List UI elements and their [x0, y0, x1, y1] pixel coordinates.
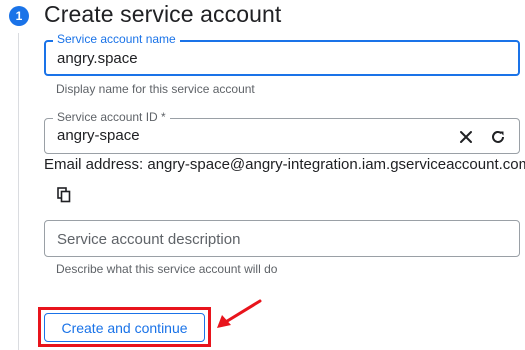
- service-account-name-hint: Display name for this service account: [56, 82, 255, 96]
- email-address-text: Email address: angry-space@angry-integra…: [44, 156, 525, 173]
- service-account-name-label: Service account name: [53, 32, 180, 46]
- service-account-name-field[interactable]: Service account name angry.space: [44, 32, 520, 76]
- service-account-id-value[interactable]: angry-space: [57, 127, 140, 144]
- close-icon[interactable]: [456, 127, 476, 147]
- service-account-description-field[interactable]: Service account description: [44, 220, 520, 257]
- step-connector-line: [18, 33, 19, 350]
- service-account-id-field[interactable]: Service account ID * angry-space: [44, 110, 520, 154]
- refresh-icon[interactable]: [488, 127, 508, 147]
- step-number-badge: 1: [9, 6, 29, 26]
- service-account-name-value[interactable]: angry.space: [57, 50, 138, 67]
- service-account-id-label: Service account ID *: [53, 110, 170, 124]
- service-account-description-hint: Describe what this service account will …: [56, 262, 278, 276]
- service-account-description-placeholder[interactable]: Service account description: [57, 231, 240, 248]
- create-and-continue-button[interactable]: Create and continue: [44, 313, 205, 342]
- step-title: Create service account: [44, 1, 282, 27]
- annotation-arrow-icon: [217, 299, 262, 328]
- copy-icon[interactable]: [54, 185, 74, 205]
